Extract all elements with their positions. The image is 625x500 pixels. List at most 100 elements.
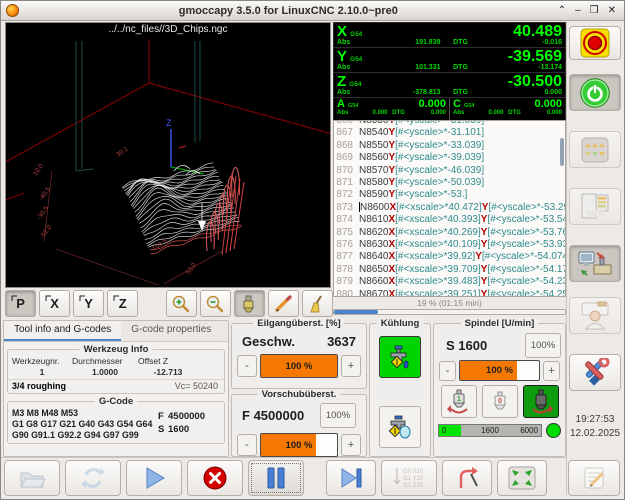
dro-axis-c[interactable]: C G54 0.000 Abs 0.000 DTG 0.000: [449, 98, 565, 120]
pause-button[interactable]: [248, 460, 304, 496]
gcode-line[interactable]: 872 N8590Y[#<yscale>*-53.]: [334, 189, 565, 201]
view-y-button[interactable]: Y: [73, 290, 105, 317]
gcode-frame-title: G-Code: [94, 396, 138, 407]
close-button[interactable]: ✕: [608, 5, 616, 16]
dimension-label: -52.0: [39, 224, 53, 240]
gcode-line[interactable]: 878 N8650X[#<xscale>*39.709]Y[#<yscale>*-…: [334, 264, 565, 276]
svg-text:G0 X10: G0 X10: [403, 469, 424, 475]
dro-axis-y[interactable]: Y G54 -39.569 Abs 101.331 DTG -13.174: [334, 48, 565, 73]
spindle-bar-mid: 1600: [481, 426, 499, 435]
broom-icon: [310, 294, 323, 312]
toolpath-view-button[interactable]: [233, 290, 265, 317]
view-z-button[interactable]: Z: [107, 290, 139, 317]
gcode-line[interactable]: 873 N8600X[#<xscale>*40.472]Y[#<yscale>*-…: [334, 201, 565, 214]
auto-mode-icon: [578, 251, 612, 276]
gcode-line[interactable]: 869 N8560Y[#<yscale>*-39.039]: [334, 152, 565, 164]
spindle-ccw-button[interactable]: 1: [440, 385, 477, 418]
spindle-minus-button[interactable]: -: [439, 360, 456, 381]
active-g-codes-1: G1 G8 G17 G21 G40 G43 G54 G64: [12, 419, 153, 429]
feed-override-scale[interactable]: 100 %: [260, 433, 338, 457]
rapid-minus-button[interactable]: -: [237, 355, 257, 377]
toolpath-plot: Z 10.0-40.5-30.5-52.030.1103.553.0: [6, 39, 330, 286]
settings-button[interactable]: [569, 354, 621, 391]
gcode-line[interactable]: 867 N8540Y[#<yscale>*-31.101]: [334, 127, 565, 139]
pause-icon: [267, 467, 285, 489]
view-perspective-button[interactable]: P: [5, 290, 37, 317]
dro-axis-x[interactable]: X G54 40.489 Abs 191.839 DTG -0.016: [334, 23, 565, 48]
reload-file-button[interactable]: [65, 460, 121, 496]
run-button[interactable]: [126, 460, 182, 496]
open-file-button[interactable]: [4, 460, 60, 496]
gremlin-preview[interactable]: Z 10.0 -40.5 -30.5 -52.0 30.1 103.5 53.0 ../..…: [5, 22, 331, 288]
maximize-button[interactable]: ❒: [590, 5, 599, 16]
power-icon: [580, 77, 610, 108]
zoom-in-icon: [173, 295, 190, 312]
gcode-line[interactable]: 880 N8670X[#<xscale>*39.251]Y[#<yscale>*-…: [334, 289, 565, 296]
dro-a-value: 0.000: [418, 98, 446, 110]
zoom-out-button[interactable]: [199, 290, 231, 317]
rapid-override-scale[interactable]: 100 %: [260, 354, 338, 378]
minimize-button[interactable]: –: [575, 5, 581, 16]
tool-diameter-header: Durchmesser: [72, 356, 123, 366]
active-m-codes: M3 M8 M48 M53: [12, 408, 78, 418]
tab-gcode-properties[interactable]: G-code properties: [121, 321, 221, 341]
gcode-scrollbar[interactable]: [560, 123, 564, 295]
feed-label: F: [242, 408, 250, 423]
machine-on-button[interactable]: [569, 74, 621, 111]
gcode-line[interactable]: 875 N8620X[#<xscale>*40.269]Y[#<yscale>*-…: [334, 227, 565, 239]
spindle-override-slider: - 100 % +: [439, 360, 560, 381]
feed-minus-button[interactable]: -: [237, 434, 257, 456]
rapid-plus-button[interactable]: +: [341, 355, 361, 377]
gcode-line[interactable]: 876 N8630X[#<xscale>*40.109]Y[#<yscale>*-…: [334, 239, 565, 251]
feed-value: 4500000: [253, 408, 305, 423]
mist-coolant-button[interactable]: [379, 406, 421, 448]
progress-text: 19 % (01:15 min): [417, 298, 482, 308]
dimensions-button[interactable]: [267, 290, 299, 317]
flood-coolant-icon: [390, 345, 409, 369]
spindle-ccw-icon: 1: [446, 389, 468, 413]
gcode-line[interactable]: 868 N8550Y[#<yscale>*-33.039]: [334, 140, 565, 152]
gcode-line[interactable]: 866 N8530Y[#<yscale>*-31.039]: [334, 121, 565, 127]
stop-button[interactable]: [187, 460, 243, 496]
spindle-reset-100-button[interactable]: 100%: [525, 333, 561, 358]
flood-coolant-button[interactable]: [379, 336, 421, 378]
gcode-line[interactable]: 877 N8640X[#<xscale>*39.92]Y[#<yscale>*-5…: [334, 251, 565, 263]
spindle-plus-button[interactable]: +: [543, 360, 560, 381]
spindle-stop-button[interactable]: 0: [481, 385, 518, 418]
gcode-view[interactable]: 866 N8530Y[#<yscale>*-31.039] 867 N8540Y[#<…: [333, 120, 566, 297]
dimension-label: 53.0: [185, 261, 198, 276]
user-settings-button[interactable]: [569, 297, 621, 334]
tab-tool-info[interactable]: Tool info and G-codes: [4, 321, 122, 341]
clear-plot-button[interactable]: [301, 290, 333, 317]
feed-override-slider: - 100 % +: [237, 433, 361, 457]
dro-axis-z[interactable]: Z G54 -30.500 Abs -378.813 DTG 0.000: [334, 73, 565, 98]
estop-button[interactable]: [569, 26, 621, 60]
gcode-line[interactable]: 870 N8570Y[#<yscale>*-46.039]: [334, 165, 565, 177]
fullscreen-preview-button[interactable]: [497, 460, 547, 496]
spindle-cw-button[interactable]: [522, 385, 559, 418]
spindle-override-scale[interactable]: 100 %: [459, 360, 540, 381]
feed-plus-button[interactable]: +: [341, 434, 361, 456]
run-from-line-button[interactable]: G0 X10 G1 Y20 G1 Z30: [381, 460, 437, 496]
dro-axis-a[interactable]: A G54 0.000 Abs 0.000 DTG 0.000: [334, 98, 449, 120]
mdi-mode-button[interactable]: MDI: [569, 188, 621, 225]
feed-reset-100-button[interactable]: 100%: [320, 403, 356, 428]
gcode-line[interactable]: 871 N8580Y[#<yscale>*-50.039]: [334, 177, 565, 189]
zoom-in-button[interactable]: [165, 290, 197, 317]
gcode-line[interactable]: 874 N8610X[#<xscale>*40.393]Y[#<yscale>*-…: [334, 214, 565, 226]
auto-mode-button[interactable]: [569, 245, 621, 282]
edit-gcode-button[interactable]: [568, 460, 620, 496]
run-progress: 19 % (01:15 min): [333, 298, 566, 315]
dro-x-value: 40.489: [513, 23, 562, 40]
tools-icon: [585, 357, 610, 386]
fullscreen-icon: [508, 466, 536, 490]
svg-text:MDI: MDI: [586, 209, 605, 220]
optional-block-button[interactable]: [442, 460, 492, 496]
shade-button[interactable]: ⌃: [558, 5, 566, 16]
step-button[interactable]: [326, 460, 376, 496]
werkzeug-info-title: Werkzeug Info: [79, 344, 153, 355]
bottom-separator: [1, 457, 566, 458]
view-x-button[interactable]: X: [39, 290, 71, 317]
manual-mode-button[interactable]: [569, 131, 621, 168]
gcode-line[interactable]: 879 N8660X[#<xscale>*39.483]Y[#<yscale>*-…: [334, 276, 565, 288]
